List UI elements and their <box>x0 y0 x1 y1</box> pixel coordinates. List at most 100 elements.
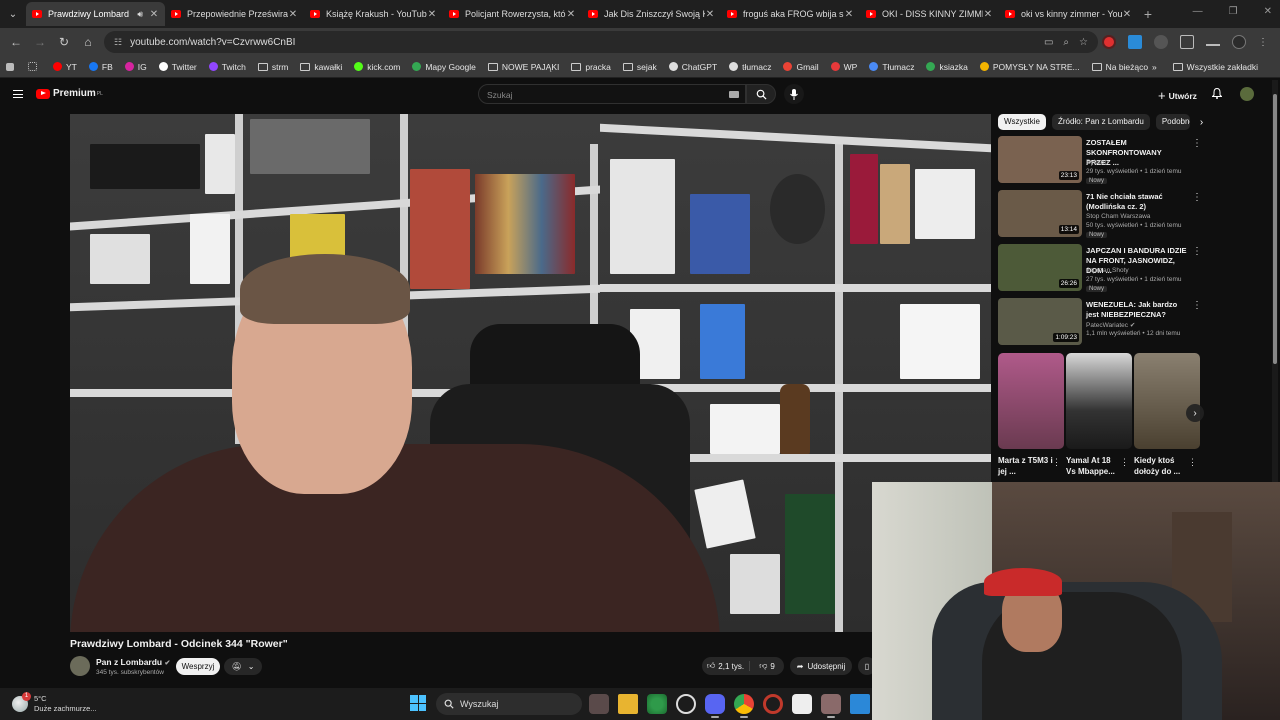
back-icon[interactable]: ← <box>4 35 28 49</box>
more-actions-icon[interactable]: ⋮ <box>1192 246 1202 257</box>
cast-icon[interactable]: ▭ <box>1044 37 1053 48</box>
short-thumbnail[interactable] <box>1134 353 1200 449</box>
tab-2[interactable]: Książę Krakush - YouTube ✕ <box>304 2 443 26</box>
recommendation-item[interactable]: 1:09:23 WENEZUELA: Jak bardzo jest NIEBE… <box>998 298 1208 346</box>
short-title[interactable]: Yamal At 18 Vs Mbappe... <box>1066 455 1122 477</box>
chip-all[interactable]: Wszystkie <box>998 114 1046 130</box>
new-tab-button[interactable]: + <box>1138 6 1158 22</box>
close-tab-icon[interactable]: ✕ <box>149 9 159 20</box>
support-button[interactable]: Wesprzyj <box>176 658 220 675</box>
menu-kebab-icon[interactable]: ⋮ <box>1258 37 1268 48</box>
bookmark-item[interactable]: Twitch <box>208 62 246 72</box>
voice-search-button[interactable] <box>784 84 804 104</box>
account-avatar[interactable] <box>1240 87 1254 101</box>
bookmark-item[interactable]: ksiazka <box>926 62 968 72</box>
bookmark-item[interactable]: pracka <box>571 62 611 72</box>
video-thumbnail[interactable]: 13:14 <box>998 190 1082 237</box>
close-tab-icon[interactable]: ✕ <box>566 9 576 20</box>
more-actions-icon[interactable]: ⋮ <box>1192 300 1202 311</box>
hamburger-menu-icon[interactable] <box>13 90 23 98</box>
home-icon[interactable]: ⌂ <box>76 35 100 49</box>
extension-icon[interactable] <box>1154 35 1168 49</box>
more-actions-icon[interactable]: ⋮ <box>1052 457 1061 468</box>
close-tab-icon[interactable]: ✕ <box>288 9 298 20</box>
close-tab-icon[interactable]: ✕ <box>705 9 715 20</box>
windows-start-icon[interactable] <box>410 695 426 711</box>
all-bookmarks-button[interactable]: Wszystkie zakładki <box>1172 62 1258 72</box>
keyboard-icon[interactable] <box>729 91 739 98</box>
bookmark-star-icon[interactable]: ☆ <box>1079 37 1088 48</box>
chip-similar[interactable]: Podobne <box>1155 114 1190 130</box>
search-input[interactable]: Szukaj <box>478 84 746 104</box>
subscription-bell-button[interactable]: 🔕︎ ⌄ <box>224 658 262 675</box>
channel-name-row[interactable]: Pan z Lombardu ✔ <box>96 657 170 667</box>
tab-5[interactable]: froguś aka FROG wbija si ✕ <box>721 2 860 26</box>
more-actions-icon[interactable]: ⋮ <box>1192 192 1202 203</box>
scrollbar-thumb[interactable] <box>1273 94 1277 364</box>
reading-list-icon[interactable] <box>1206 38 1220 46</box>
share-button[interactable]: ➦ Udostępnij <box>790 657 852 675</box>
recommendation-item[interactable]: 26:26 JAPCZAN I BANDURA IDZIE NA FRONT, … <box>998 244 1208 292</box>
tab-4[interactable]: Jak Dis Zniszczył Swoją Ka ✕ <box>582 2 721 26</box>
bookmark-item[interactable]: Na bieżąco <box>1091 62 1148 72</box>
tab-0[interactable]: Prawdziwy Lombard 🔊︎ ✕ <box>26 2 165 26</box>
more-actions-icon[interactable]: ⋮ <box>1120 457 1129 468</box>
app-icon[interactable] <box>792 694 812 714</box>
chevron-right-icon[interactable]: › <box>1200 117 1203 128</box>
app-icon[interactable] <box>647 694 667 714</box>
tab-3[interactable]: Policjant Rowerzysta, któr ✕ <box>443 2 582 26</box>
discord-icon[interactable] <box>705 694 725 714</box>
bookmark-item[interactable]: Mapy Google <box>412 62 476 72</box>
notifications-bell-icon[interactable] <box>1211 87 1223 102</box>
app-icon[interactable] <box>821 694 841 714</box>
video-thumbnail[interactable]: 26:26 <box>998 244 1082 291</box>
short-title[interactable]: Kiedy ktoś dołoży do ... <box>1134 455 1190 477</box>
bookmark-item[interactable]: kawałki <box>300 62 342 72</box>
search-button[interactable] <box>746 84 776 104</box>
chip-source[interactable]: Źródło: Pan z Lombardu <box>1052 114 1150 130</box>
weather-widget[interactable]: 1 5°C Duże zachmurze... <box>12 692 97 714</box>
create-button[interactable]: + Utwórz <box>1158 88 1197 103</box>
short-title[interactable]: Marta z T5M3 i jej ... <box>998 455 1054 477</box>
channel-name[interactable]: Pan z Lombardu <box>96 657 162 667</box>
zoom-icon[interactable]: ⌕ <box>1063 37 1069 48</box>
recommendation-title[interactable]: 71 Nie chciała stawać (Modlińska cz. 2) <box>1086 192 1188 212</box>
bookmark-item[interactable]: sejak <box>622 62 657 72</box>
recommendation-channel[interactable]: PatecWariatec ✔ <box>1086 321 1135 329</box>
recommendation-channel[interactable]: Stop Cham Warszawa <box>1086 213 1150 220</box>
extension-icon[interactable] <box>1128 35 1142 49</box>
chrome-icon[interactable] <box>734 694 754 714</box>
forward-icon[interactable]: → <box>28 35 52 49</box>
maximize-icon[interactable]: ❐ <box>1229 6 1238 17</box>
bookmark-item[interactable]: FB <box>88 62 113 72</box>
taskbar-search[interactable]: Wyszukaj <box>436 693 582 715</box>
bookmark-item[interactable]: WP <box>830 62 857 72</box>
site-info-icon[interactable]: ☷ <box>114 37 122 48</box>
bookmark-item[interactable]: Tłumacz <box>869 62 914 72</box>
bookmark-item[interactable]: Twitter <box>158 62 197 72</box>
like-button[interactable]: 👍︎ 2,1 tys. <box>702 661 750 671</box>
close-window-icon[interactable]: ✕ <box>1264 6 1272 17</box>
more-actions-icon[interactable]: ⋮ <box>1188 457 1197 468</box>
recommendation-channel[interactable]: Japczan Shoty <box>1086 267 1129 274</box>
profile-avatar[interactable] <box>1232 35 1246 49</box>
close-tab-icon[interactable]: ✕ <box>427 9 437 20</box>
more-actions-icon[interactable]: ⋮ <box>1192 138 1202 149</box>
video-thumbnail[interactable]: 23:13 <box>998 136 1082 183</box>
short-thumbnail[interactable] <box>998 353 1064 449</box>
minimize-icon[interactable]: — <box>1193 6 1203 17</box>
bookmark-item[interactable]: tłumacz <box>729 62 771 72</box>
channel-avatar[interactable] <box>70 656 90 676</box>
close-tab-icon[interactable]: ✕ <box>983 9 993 20</box>
shorts-next-button[interactable]: › <box>1186 404 1204 422</box>
close-tab-icon[interactable]: ✕ <box>1122 9 1132 20</box>
record-extension-icon[interactable] <box>1102 35 1116 49</box>
notepad-icon[interactable] <box>850 694 870 714</box>
video-thumbnail[interactable]: 1:09:23 <box>998 298 1082 345</box>
close-tab-icon[interactable]: ✕ <box>844 9 854 20</box>
bookmark-item[interactable]: Gmail <box>783 62 819 72</box>
recommendation-item[interactable]: 13:14 71 Nie chciała stawać (Modlińska c… <box>998 190 1208 238</box>
tab-search-button[interactable]: ⌄ <box>0 0 26 28</box>
recommendation-item[interactable]: 23:13 ZOSTAŁEM SKONFRONTOWANY PRZEZ ... … <box>998 136 1208 184</box>
bookmark-item[interactable]: kick.com <box>354 62 400 72</box>
